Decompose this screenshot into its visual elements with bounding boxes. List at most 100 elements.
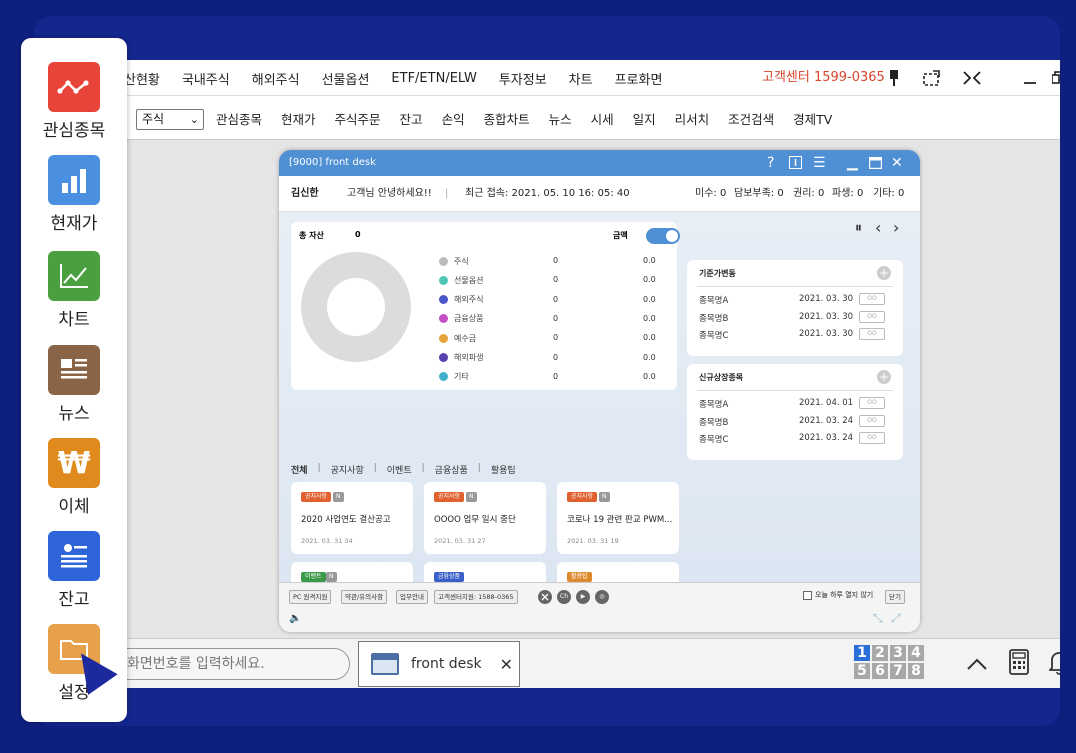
- amount-toggle[interactable]: [646, 228, 680, 244]
- restore-icon[interactable]: [1052, 66, 1060, 90]
- taskbar-tab-front-desk[interactable]: front desk ✕: [358, 641, 520, 687]
- menu-item[interactable]: 투자정보: [499, 69, 547, 88]
- screen-number-input[interactable]: 화면번호를 입력하세요.: [94, 648, 350, 680]
- stock-row: 종목명A 2021. 03. 30 OO: [699, 293, 889, 306]
- dock-item-balance[interactable]: 잔고: [21, 531, 127, 610]
- watchlist-icon: [48, 62, 100, 112]
- stock-action-button[interactable]: OO: [859, 310, 885, 323]
- screen-slot[interactable]: 4: [908, 645, 924, 661]
- window-number-icon[interactable]: [789, 150, 802, 176]
- dock-item-current-price[interactable]: 현재가: [21, 155, 127, 234]
- resize-icon[interactable]: ⤡: [873, 611, 883, 626]
- minimize-icon[interactable]: ▁: [847, 150, 858, 176]
- stock-action-button[interactable]: OO: [859, 414, 885, 427]
- toolbar-item[interactable]: 일지: [633, 109, 656, 128]
- menu-item[interactable]: 산현황: [124, 69, 160, 88]
- stock-action-button[interactable]: OO: [859, 328, 885, 340]
- calculator-icon[interactable]: [1004, 649, 1034, 679]
- pin-icon[interactable]: [886, 66, 902, 90]
- help-icon[interactable]: ?: [767, 150, 774, 176]
- toolbar-item[interactable]: 종합차트: [484, 109, 530, 128]
- legend-item: 해외파생: [439, 352, 483, 364]
- close-icon[interactable]: ✕: [891, 150, 903, 176]
- dock-item-watchlist[interactable]: 관심종목: [21, 62, 127, 141]
- won-icon: ₩: [48, 438, 100, 488]
- close-button[interactable]: 닫기: [885, 590, 905, 604]
- screen-slot[interactable]: 8: [908, 663, 924, 679]
- legend-dot: [439, 353, 448, 362]
- pause-icon[interactable]: ⏸: [855, 220, 862, 236]
- menu-item[interactable]: 프로화면: [615, 69, 663, 88]
- stock-action-button[interactable]: OO: [859, 432, 885, 444]
- chevron-left-icon[interactable]: ‹: [875, 218, 881, 237]
- menu-item[interactable]: 차트: [569, 69, 593, 88]
- dock-item-news[interactable]: 뉴스: [21, 345, 127, 424]
- no-show-today-checkbox[interactable]: [803, 591, 812, 600]
- category-badge: 금융상품: [434, 572, 465, 582]
- plus-icon[interactable]: +: [877, 266, 891, 280]
- status-derivatives: 파생: 0: [832, 188, 864, 199]
- menu-item[interactable]: 국내주식: [182, 69, 230, 88]
- legend-item: 선물옵션: [439, 274, 483, 286]
- close-icon[interactable]: ✕: [500, 655, 513, 674]
- legend-dot: [439, 314, 448, 324]
- tab-notice[interactable]: 공지사항: [331, 463, 364, 476]
- market-select[interactable]: 주식 ⌄: [136, 109, 204, 130]
- balance-icon: [48, 531, 100, 581]
- dock-item-transfer[interactable]: ₩ 이체: [21, 438, 127, 517]
- instagram-icon[interactable]: ◎: [595, 590, 609, 604]
- collapse-icon[interactable]: [960, 66, 984, 90]
- speaker-icon[interactable]: 🔈: [289, 613, 301, 624]
- toolbar-item[interactable]: 뉴스: [549, 109, 572, 128]
- chat-icon[interactable]: Ch: [557, 590, 571, 604]
- toolbar-item[interactable]: 잔고: [400, 109, 423, 128]
- toolbar-item[interactable]: 관심종목: [216, 109, 262, 128]
- screen-slot[interactable]: 6: [872, 663, 888, 679]
- fullscreen-icon[interactable]: ⤢: [891, 611, 901, 626]
- notice-card[interactable]: 공지사항 N OOOO 업무 일시 중단 2021. 03. 31 27: [424, 482, 546, 554]
- tab-event[interactable]: 이벤트: [387, 463, 412, 476]
- chevron-right-icon[interactable]: ›: [893, 218, 899, 237]
- legend-name: 기타: [454, 372, 469, 382]
- plus-icon[interactable]: +: [877, 370, 891, 384]
- notice-card[interactable]: 공지사항 N 코로나 19 관련 판교 PWM... 2021. 03. 31 19: [557, 482, 679, 554]
- toolbar-item[interactable]: 경제TV: [793, 109, 832, 128]
- toolbar-item[interactable]: 조건검색: [728, 109, 774, 128]
- notice-card[interactable]: 공지사항 N 2020 사업연도 결산공고 2021. 03. 31 34: [291, 482, 413, 554]
- expand-icon[interactable]: [920, 66, 944, 90]
- support-center-button[interactable]: 고객센터지원: 1588-0365: [434, 590, 518, 604]
- remote-support-button[interactable]: PC 원격지원: [289, 590, 332, 604]
- list-icon[interactable]: ☰: [813, 150, 826, 176]
- minimize-icon[interactable]: [1018, 66, 1042, 90]
- new-badge: N: [466, 492, 477, 502]
- toolbar-item[interactable]: 주식주문: [335, 109, 381, 128]
- legend-name: 금융상품: [454, 314, 484, 324]
- toolbar-item[interactable]: 손익: [442, 109, 465, 128]
- stock-action-button[interactable]: OO: [859, 397, 885, 409]
- legend-amount: 0.0: [643, 352, 656, 362]
- toolbar-item[interactable]: 현재가: [281, 109, 316, 128]
- chevron-up-icon[interactable]: [962, 649, 992, 679]
- screen-slot[interactable]: 5: [854, 663, 870, 679]
- bell-icon[interactable]: [1044, 649, 1060, 679]
- tab-financial-products[interactable]: 금융상품: [435, 463, 468, 476]
- terms-button[interactable]: 약관/유의사항: [341, 590, 388, 604]
- toolbar-item[interactable]: 리서치: [675, 109, 710, 128]
- dock-item-chart[interactable]: 차트: [21, 251, 127, 330]
- stock-action-button[interactable]: OO: [859, 293, 885, 305]
- menu-item[interactable]: ETF/ETN/ELW: [391, 71, 476, 86]
- menu-item[interactable]: 선물옵션: [322, 69, 370, 88]
- stock-row: 종목명A 2021. 04. 01 OO: [699, 397, 889, 410]
- youtube-icon[interactable]: ▶: [576, 590, 590, 604]
- tab-all[interactable]: 전체: [291, 463, 308, 476]
- phone-icon[interactable]: [538, 590, 552, 604]
- screen-slot[interactable]: 3: [890, 645, 906, 661]
- menu-item[interactable]: 해외주식: [252, 69, 300, 88]
- tab-tips[interactable]: 활용팁: [491, 463, 516, 476]
- screen-slot[interactable]: 7: [890, 663, 906, 679]
- maximize-icon[interactable]: [868, 150, 883, 176]
- screen-slot[interactable]: 2: [872, 645, 888, 661]
- guide-button[interactable]: 업무안내: [396, 590, 428, 604]
- screen-slot[interactable]: 1: [854, 645, 870, 661]
- toolbar-item[interactable]: 시세: [591, 109, 614, 128]
